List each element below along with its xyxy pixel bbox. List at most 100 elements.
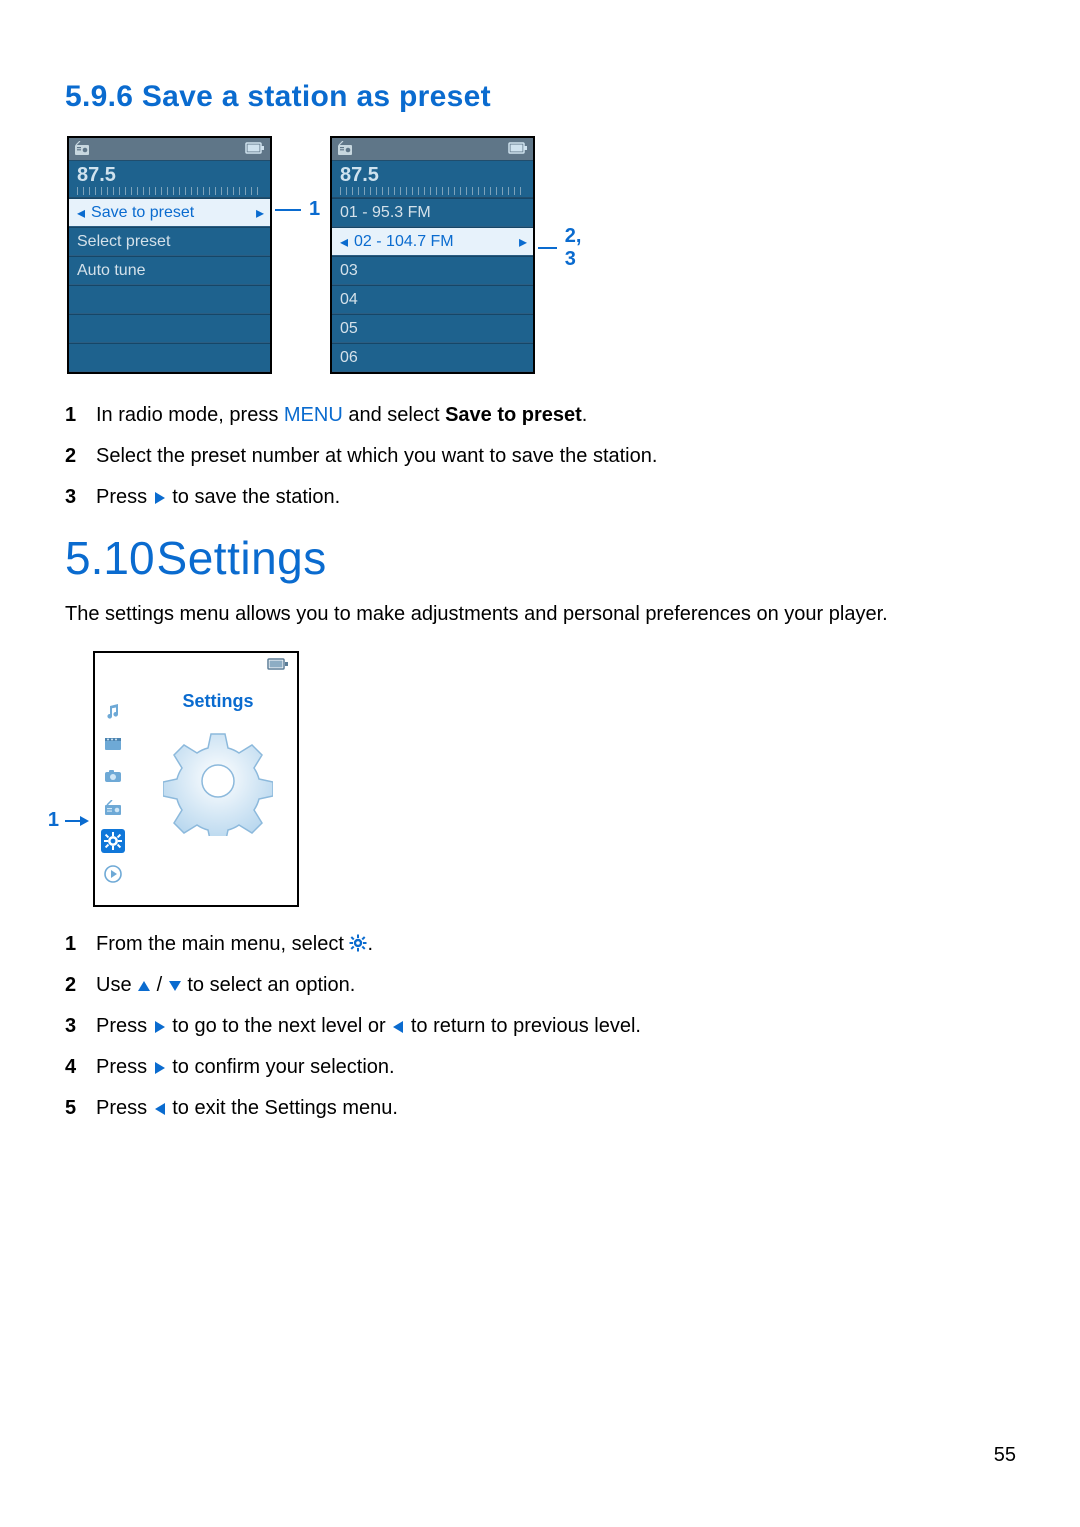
- callout-label: 1: [48, 809, 59, 832]
- frequency-ticks: [340, 187, 525, 195]
- play-circle-icon: [102, 863, 124, 885]
- radio-status-icon: [74, 141, 92, 157]
- step-number: 2: [65, 441, 79, 472]
- step-3: 3 Press to go to the next level or to re…: [65, 1011, 1015, 1042]
- steps-596: 1 In radio mode, press MENU and select S…: [65, 400, 1015, 513]
- row-empty: [69, 314, 270, 343]
- step-number: 3: [65, 482, 79, 513]
- page-number: 55: [994, 1444, 1016, 1467]
- step-text: In radio mode, press MENU and select Sav…: [96, 400, 587, 431]
- heading-510: 5.10Settings: [65, 531, 1015, 585]
- arrow-left-icon: ◂: [77, 203, 85, 223]
- step-text: Press to go to the next level or to retu…: [96, 1011, 641, 1042]
- row-label: 05: [340, 320, 358, 338]
- play-right-icon: [153, 491, 167, 505]
- step-text: Press to exit the Settings menu.: [96, 1093, 398, 1124]
- row-preset-04: 04: [332, 285, 533, 314]
- row-preset-02: ◂02 - 104.7 FM▸: [332, 227, 533, 256]
- frequency-display: 87.5: [332, 160, 533, 198]
- row-label: Auto tune: [77, 262, 146, 280]
- row-preset-01: 01 - 95.3 FM: [332, 198, 533, 227]
- step-2: 2 Select the preset number at which you …: [65, 441, 1015, 472]
- step-text: From the main menu, select .: [96, 929, 373, 960]
- gear-icon: [163, 726, 273, 836]
- heading-596: 5.9.6 Save a station as preset: [65, 80, 1015, 114]
- step-number: 1: [65, 400, 79, 431]
- steps-510: 1 From the main menu, select . 2 Use / t…: [65, 929, 1015, 1124]
- frequency-value: 87.5: [77, 164, 116, 187]
- screen-1-rows: ◂ Save to preset ▸ Select preset Auto tune: [69, 198, 270, 372]
- music-icon: [102, 701, 124, 723]
- row-label: Select preset: [77, 233, 170, 251]
- step-text: Use / to select an option.: [96, 970, 355, 1001]
- camera-icon: [102, 765, 124, 787]
- step-text: Press to confirm your selection.: [96, 1052, 395, 1083]
- battery-icon: [267, 657, 289, 671]
- row-label: Save to preset: [91, 204, 194, 222]
- step-1: 1 From the main menu, select .: [65, 929, 1015, 960]
- callout-label: 1: [309, 198, 320, 221]
- gear-icon: [349, 934, 367, 952]
- row-label: 03: [340, 262, 358, 280]
- step-1: 1 In radio mode, press MENU and select S…: [65, 400, 1015, 431]
- callout-1: 1: [275, 198, 320, 221]
- gear-icon-selected: [101, 829, 125, 853]
- frequency-ticks: [77, 187, 262, 195]
- settings-title: Settings: [151, 691, 285, 712]
- row-auto-tune: Auto tune: [69, 256, 270, 285]
- settings-center: Settings: [151, 691, 285, 841]
- movie-icon: [102, 733, 124, 755]
- row-empty: [69, 285, 270, 314]
- arrow-right-icon: ▸: [256, 203, 264, 223]
- frequency-display: 87.5: [69, 160, 270, 198]
- side-menu-icons: [101, 701, 125, 885]
- row-empty: [69, 343, 270, 372]
- screen-2-wrap: 87.5 01 - 95.3 FM ◂02 - 104.7 FM▸ 03 04 …: [330, 136, 535, 374]
- settings-screen-wrap: 1 Settings: [93, 651, 1015, 907]
- radio-status-icon: [337, 141, 355, 157]
- row-preset-03: 03: [332, 256, 533, 285]
- radio-screen-1: 87.5 ◂ Save to preset ▸ Select preset Auto…: [67, 136, 272, 374]
- row-preset-06: 06: [332, 343, 533, 372]
- play-left-icon: [153, 1102, 167, 1116]
- status-bar: [69, 138, 270, 160]
- screen-2-rows: 01 - 95.3 FM ◂02 - 104.7 FM▸ 03 04 05 06: [332, 198, 533, 372]
- radio-icon: [102, 797, 124, 819]
- row-save-to-preset: ◂ Save to preset ▸: [69, 198, 270, 227]
- battery-icon: [245, 141, 265, 155]
- row-select-preset: Select preset: [69, 227, 270, 256]
- step-number: 1: [65, 929, 79, 960]
- row-preset-05: 05: [332, 314, 533, 343]
- settings-screen: Settings: [93, 651, 299, 907]
- screen-1-wrap: 87.5 ◂ Save to preset ▸ Select preset Auto…: [67, 136, 272, 374]
- step-text: Select the preset number at which you wa…: [96, 441, 657, 472]
- callout-23: 2, 3: [538, 225, 589, 271]
- step-2: 2 Use / to select an option.: [65, 970, 1015, 1001]
- radio-screen-2: 87.5 01 - 95.3 FM ◂02 - 104.7 FM▸ 03 04 …: [330, 136, 535, 374]
- triangle-up-icon: [137, 979, 151, 993]
- settings-intro: The settings menu allows you to make adj…: [65, 599, 1015, 629]
- row-label: 06: [340, 349, 358, 367]
- row-label: 01 - 95.3 FM: [340, 204, 431, 222]
- triangle-down-icon: [168, 979, 182, 993]
- settings-callout-1: 1: [48, 809, 93, 832]
- step-4: 4 Press to confirm your selection.: [65, 1052, 1015, 1083]
- callout-label: 2, 3: [565, 225, 589, 271]
- row-label: 02 - 104.7 FM: [354, 233, 454, 251]
- play-right-icon: [153, 1020, 167, 1034]
- step-3: 3 Press to save the station.: [65, 482, 1015, 513]
- step-number: 3: [65, 1011, 79, 1042]
- step-number: 2: [65, 970, 79, 1001]
- step-5: 5 Press to exit the Settings menu.: [65, 1093, 1015, 1124]
- play-right-icon: [153, 1061, 167, 1075]
- arrow-right-icon: ▸: [519, 232, 527, 252]
- frequency-value: 87.5: [340, 164, 379, 187]
- play-left-icon: [391, 1020, 405, 1034]
- step-text: Press to save the station.: [96, 482, 340, 513]
- step-number: 5: [65, 1093, 79, 1124]
- preset-screens-row: 87.5 ◂ Save to preset ▸ Select preset Auto…: [67, 136, 1015, 374]
- step-number: 4: [65, 1052, 79, 1083]
- battery-icon: [508, 141, 528, 155]
- menu-keyword: MENU: [284, 404, 343, 426]
- row-label: 04: [340, 291, 358, 309]
